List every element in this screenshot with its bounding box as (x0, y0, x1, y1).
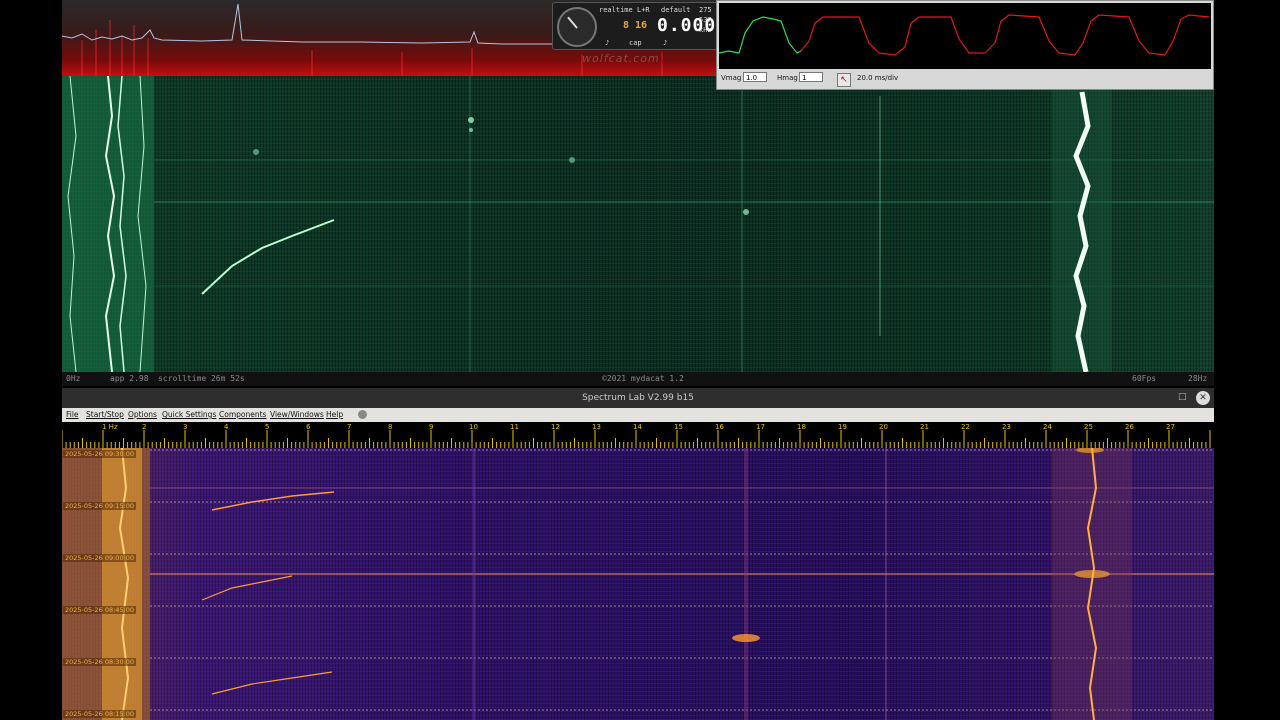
mode-channel[interactable]: L+R (637, 6, 650, 14)
pointer-tool-button[interactable]: ↖ (837, 73, 851, 87)
record-indicator-icon[interactable] (358, 410, 367, 419)
pointer-icon: ↖ (840, 75, 848, 85)
scale-label-9: 9 (429, 423, 434, 431)
green-waterfall-traces (62, 76, 1214, 372)
scope-traces (718, 14, 1210, 56)
scale-label-8: 8 (388, 423, 393, 431)
scale-label-27: 27 (1166, 423, 1175, 431)
scale-label-24: 24 (1043, 423, 1052, 431)
scale-label-16: 16 (715, 423, 724, 431)
tuning-knob[interactable] (557, 7, 597, 47)
menu-start-stop[interactable]: Start/Stop (86, 410, 124, 419)
spectrum-lab-titlebar[interactable]: Spectrum Lab V2.99 b15 □ ✕ (62, 388, 1214, 408)
mode-realtime[interactable]: realtime (599, 6, 633, 14)
scale-label-18: 18 (797, 423, 806, 431)
scale-label-26: 26 (1125, 423, 1134, 431)
menu-bar: File Start/Stop Options Quick Settings C… (62, 408, 1214, 422)
scale-label-3: 3 (183, 423, 188, 431)
hmag-input[interactable]: 1 (799, 72, 823, 82)
scale-label-21: 21 (920, 423, 929, 431)
frequency-scale[interactable]: 1 Hz 2 3 4 5 6 7 8 9 10 11 12 13 14 15 1… (62, 422, 1214, 449)
menu-options[interactable]: Options (128, 410, 157, 419)
menu-components[interactable]: Components (219, 410, 266, 419)
scale-label-11: 11 (510, 423, 519, 431)
maximize-icon[interactable]: □ (1178, 392, 1188, 402)
timestamp-label: 2025-05-26 08:15:00 (63, 710, 137, 718)
copyright-label: ©2021 mydacat 1.2 (602, 374, 684, 383)
freq-start-label: 0Hz (66, 374, 81, 383)
hmag-label: Hmag (777, 74, 798, 82)
scale-label-10: 10 (469, 423, 478, 431)
menu-file[interactable]: File (66, 410, 79, 419)
control-panel: realtime L+R default 275 537 kHz 8 16 0.… (552, 2, 718, 50)
watermark: wolfcat.com (582, 52, 660, 65)
purple-waterfall[interactable]: 2025-05-26 09:30:00 2025-05-26 09:15:00 … (62, 448, 1214, 720)
frequency-readout: 0.000 (657, 15, 717, 36)
scale-label-12: 12 (551, 423, 560, 431)
scale-label-19: 19 (838, 423, 847, 431)
scale-label-20: 20 (879, 423, 888, 431)
window-title: Spectrum Lab V2.99 b15 (582, 393, 694, 403)
value-275: 275 (699, 6, 712, 14)
timestamp-label: 2025-05-26 09:00:00 (63, 554, 137, 562)
menu-quick-settings[interactable]: Quick Settings (162, 410, 216, 419)
purple-waterfall-traces (62, 448, 1214, 720)
timestamp-label: 2025-05-26 09:15:00 (63, 502, 137, 510)
timestamp-label: 2025-05-26 09:30:00 (63, 450, 137, 458)
vmag-label: Vmag (721, 74, 742, 82)
scale-label-5: 5 (265, 423, 270, 431)
close-button[interactable]: ✕ (1196, 391, 1210, 405)
scale-label-14: 14 (633, 423, 642, 431)
scale-label-22: 22 (961, 423, 970, 431)
scale-label-15: 15 (674, 423, 683, 431)
app-version: app 2.98 (110, 374, 149, 383)
scale-label-23: 23 (1002, 423, 1011, 431)
freq-end-label: 28Hz (1188, 374, 1208, 383)
green-waterfall[interactable] (62, 76, 1214, 372)
oscilloscope-screen (718, 3, 1211, 69)
mode-default[interactable]: default (661, 6, 691, 14)
timestamp-label: 2025-05-26 08:30:00 (63, 658, 137, 666)
scale-label-1: 1 Hz (102, 423, 118, 431)
note-icon[interactable]: ♪ (605, 39, 609, 47)
scale-label-17: 17 (756, 423, 765, 431)
status-bar: 0Hz app 2.98 scrolltime 26m 52s ©2021 my… (62, 372, 1214, 386)
small-readout: 8 16 (623, 20, 648, 31)
menu-help[interactable]: Help (326, 410, 343, 419)
oscilloscope-window: Vmag 1.0 Hmag 1 ↖ 20.0 ms/div (716, 0, 1214, 90)
timestamp-label: 2025-05-26 08:45:00 (63, 606, 137, 614)
scale-label-25: 25 (1084, 423, 1093, 431)
fps-label: 60Fps (1132, 374, 1157, 383)
scale-label-7: 7 (347, 423, 352, 431)
note-icon-2[interactable]: ♪ (663, 39, 667, 47)
scale-label-4: 4 (224, 423, 229, 431)
vmag-input[interactable]: 1.0 (743, 72, 767, 82)
timebase-label: 20.0 ms/div (857, 74, 899, 82)
menu-view-windows[interactable]: View/Windows (270, 410, 324, 419)
scale-label-6: 6 (306, 423, 311, 431)
cap-button[interactable]: cap (629, 39, 642, 47)
scale-label-2: 2 (142, 423, 147, 431)
scrolltime-label: scrolltime 26m 52s (158, 374, 245, 383)
scale-label-13: 13 (592, 423, 601, 431)
